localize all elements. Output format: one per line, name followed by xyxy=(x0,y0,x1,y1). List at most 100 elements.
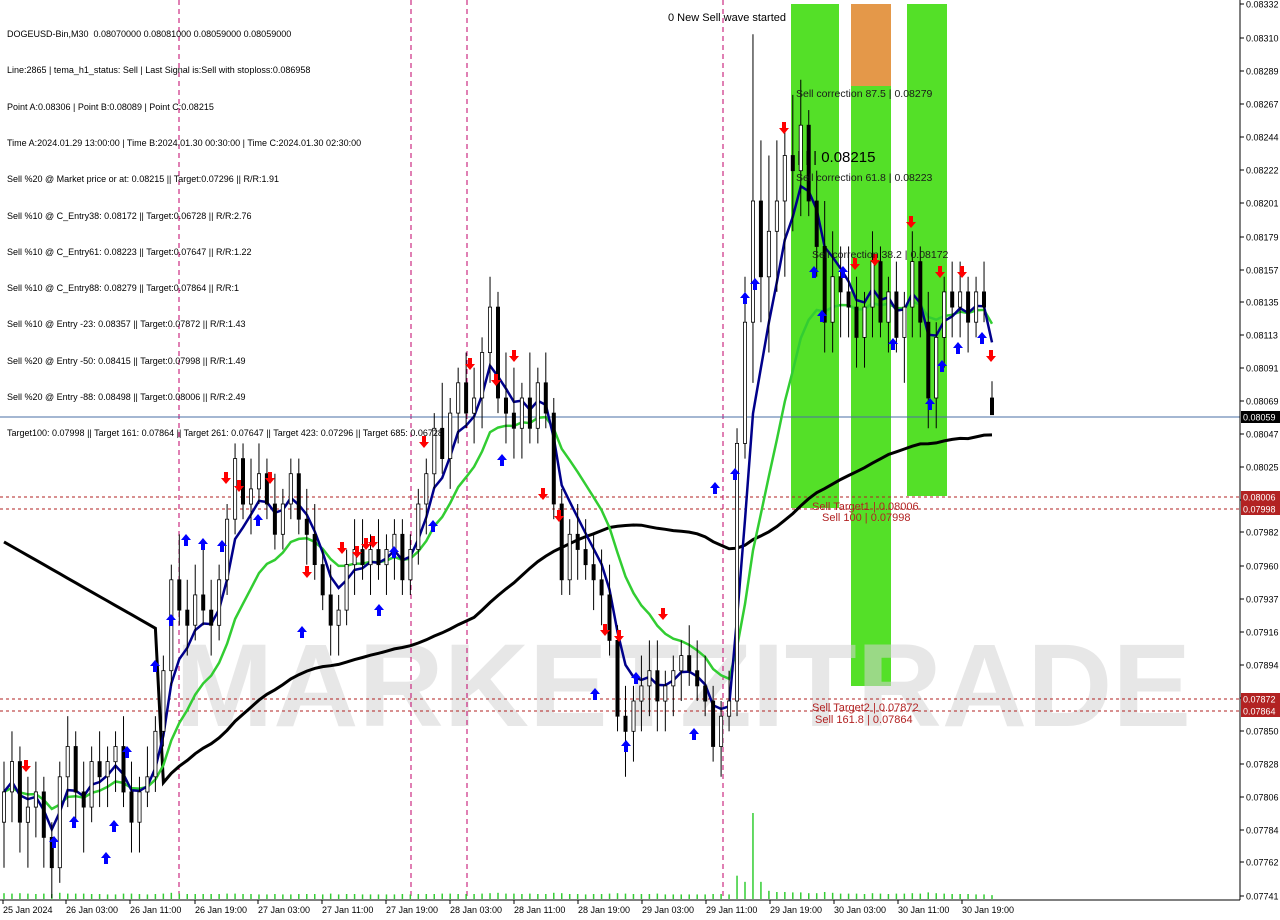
candle-bull xyxy=(751,200,756,323)
candle-bear xyxy=(758,200,763,278)
candle-bull xyxy=(145,776,150,793)
candle-bull xyxy=(248,488,253,505)
info-line-targets: Target100: 0.07998 || Target 161: 0.0786… xyxy=(7,428,443,439)
price-tick-label: 0.07916 xyxy=(1246,628,1279,638)
time-tick-label: 28 Jan 19:00 xyxy=(578,905,630,915)
candle-bear xyxy=(97,761,102,778)
candle-bull xyxy=(9,761,14,793)
candle-bull xyxy=(902,306,907,338)
candle-bull xyxy=(934,336,939,399)
candle-bull xyxy=(89,761,94,808)
candle-bear xyxy=(966,291,971,323)
candle-bear xyxy=(990,397,995,416)
candle-bull xyxy=(288,473,293,505)
candle-bull xyxy=(719,715,724,747)
info-line-times: Time A:2024.01.29 13:00:00 | Time B:2024… xyxy=(7,138,362,149)
candle-bear xyxy=(575,533,580,550)
candle-bear xyxy=(878,261,883,323)
candle-bull xyxy=(57,776,62,869)
indicator-info-panel: DOGEUSD-Bin,M30 0.08070000 0.08081000 0.… xyxy=(7,4,443,451)
candle-bear xyxy=(464,382,469,414)
price-tick-label: 0.07762 xyxy=(1246,858,1279,868)
candle-bear xyxy=(41,791,46,838)
candle-bull xyxy=(448,412,453,460)
candle-bull xyxy=(958,291,963,308)
candle-bear xyxy=(615,640,620,717)
time-tick-label: 27 Jan 11:00 xyxy=(322,905,373,915)
candle-bear xyxy=(81,791,86,808)
time-axis[interactable]: 25 Jan 2024 26 Jan 03:00 26 Jan 11:00 26 Ja… xyxy=(0,899,1240,915)
price-tag-label-target1: 0.08006 xyxy=(1243,493,1276,503)
candle-bull xyxy=(33,791,38,808)
candle-bull xyxy=(280,503,285,535)
info-line-entry-38: Sell %10 @ C_Entry38: 0.08172 || Target:… xyxy=(7,210,252,221)
price-tag-label-sell100: 0.07998 xyxy=(1243,505,1276,515)
price-tick-label: 0.08244 xyxy=(1246,133,1279,143)
time-tick-label: 30 Jan 03:00 xyxy=(834,905,886,915)
candle-bull xyxy=(519,397,524,429)
candle-bull xyxy=(870,261,875,308)
candle-bull xyxy=(384,549,389,566)
time-tick-label: 27 Jan 19:00 xyxy=(386,905,438,915)
zone-label-corr875: Sell correction 87.5 | 0.08279 xyxy=(796,88,933,100)
price-tick-label: 0.08201 xyxy=(1246,199,1279,209)
zone-label-corr618: Sell correction 61.8 | 0.08223 xyxy=(796,172,933,184)
candle-bear xyxy=(209,609,214,626)
candle-bull xyxy=(161,670,166,732)
candle-bull xyxy=(766,230,771,278)
candle-bear xyxy=(360,549,365,566)
candle-bull xyxy=(830,276,835,323)
candle-bear xyxy=(73,746,78,793)
candle-bull xyxy=(153,730,158,778)
candle-bear xyxy=(296,473,301,520)
candle-bull xyxy=(567,533,572,581)
c-price-label: | | | 0.08215 xyxy=(797,149,875,166)
price-tick-label: 0.07982 xyxy=(1246,528,1279,538)
candle-bull xyxy=(408,549,413,581)
candle-bear xyxy=(376,549,381,566)
candle-bull xyxy=(862,306,867,338)
candle-bear xyxy=(854,306,859,338)
price-tick-label: 0.08157 xyxy=(1246,266,1279,276)
candle-bear xyxy=(543,382,548,414)
candle-bear xyxy=(607,594,612,641)
candle-bull xyxy=(942,291,947,338)
price-tick-label: 0.08267 xyxy=(1246,100,1279,110)
price-axis[interactable]: 0.08332 0.08310 0.08289 0.08267 0.08244 0.082… xyxy=(1239,0,1279,902)
candle-bear xyxy=(583,549,588,566)
price-tick-label: 0.07894 xyxy=(1246,661,1279,671)
time-tick-label: 29 Jan 11:00 xyxy=(706,905,757,915)
price-tag-label-target2: 0.07872 xyxy=(1243,695,1276,705)
wave-label: 0 New Sell wave started xyxy=(668,12,786,24)
candle-bear xyxy=(121,746,126,793)
watermark: MARKETZITRADE xyxy=(175,620,1191,752)
price-tick-label: 0.08135 xyxy=(1246,298,1279,308)
candle-bull xyxy=(535,382,540,429)
candle-bull xyxy=(456,382,461,414)
candle-bear xyxy=(926,321,931,399)
candle-bear xyxy=(950,291,955,308)
candle-bull xyxy=(416,503,421,550)
candle-bear xyxy=(312,533,317,565)
level-label-target2: Sell Target2 | 0.07872 xyxy=(812,702,919,714)
info-line-status: Line:2865 | tema_h1_status: Sell | Last … xyxy=(7,65,311,76)
candle-bull xyxy=(193,594,198,626)
candle-bear xyxy=(982,291,987,308)
time-tick-label: 30 Jan 11:00 xyxy=(898,905,949,915)
candle-bull xyxy=(974,291,979,323)
candle-bull xyxy=(368,549,373,566)
candle-bear xyxy=(894,291,899,338)
candle-bull xyxy=(774,200,779,232)
candle-bear xyxy=(185,609,190,626)
candle-bear xyxy=(703,685,708,702)
candle-bear xyxy=(503,397,508,414)
candle-bear xyxy=(240,458,245,505)
candle-bear xyxy=(838,276,843,293)
price-tag-label-current: 0.08059 xyxy=(1243,413,1276,423)
price-tick-label: 0.08069 xyxy=(1246,397,1279,407)
info-line-entry-88b: Sell %20 @ Entry -88: 0.08498 || Target:… xyxy=(7,392,246,402)
candle-bull xyxy=(631,700,636,732)
candle-bear xyxy=(551,412,556,505)
candle-bear xyxy=(790,155,795,172)
candle-bull xyxy=(217,579,222,626)
